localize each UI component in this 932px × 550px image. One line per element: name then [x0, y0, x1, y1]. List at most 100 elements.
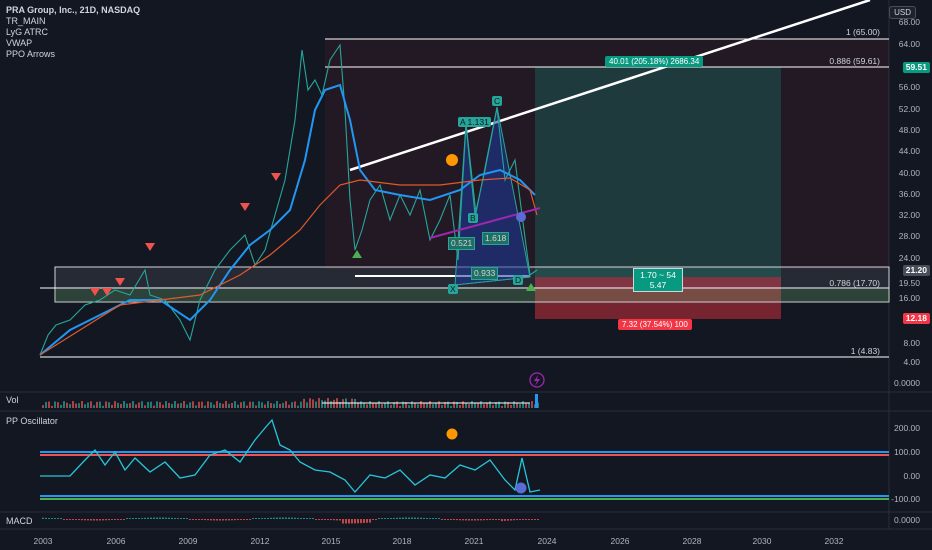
macd-bar — [90, 519, 92, 521]
macd-bar — [183, 518, 185, 519]
macd-bar — [438, 518, 440, 519]
volume-bar — [273, 403, 275, 408]
volume-bar — [102, 405, 104, 408]
macd-bar — [108, 519, 110, 521]
macd-bar — [510, 519, 512, 521]
indicator-tr-main[interactable]: TR_MAIN — [6, 16, 140, 27]
macd-bar — [300, 518, 302, 519]
volume-bar — [99, 401, 101, 408]
volume-bar — [510, 404, 512, 408]
volume-bar — [264, 404, 266, 408]
price-tag-stop[interactable]: 12.18 — [902, 313, 930, 324]
macd-bar — [507, 519, 509, 521]
symbol-title[interactable]: PRA Group, Inc., 21D, NASDAQ — [6, 5, 140, 16]
macd-bar — [387, 518, 389, 519]
volume-bar — [369, 401, 371, 408]
price-tag-current[interactable]: 21.20 — [902, 265, 930, 276]
volume-bar-latest — [535, 394, 538, 408]
macd-bar — [102, 519, 104, 521]
macd-bar — [276, 517, 278, 519]
volume-bar — [135, 404, 137, 408]
volume-bar — [141, 401, 143, 408]
macd-bar — [465, 519, 467, 521]
volume-bar — [192, 401, 194, 408]
time-label: 2030 — [752, 536, 772, 546]
macd-bar — [243, 519, 245, 520]
macd-bar — [249, 519, 251, 520]
macd-bar — [414, 517, 416, 519]
macd-bar — [480, 519, 482, 521]
volume-bar — [60, 404, 62, 408]
price-label: 8.00 — [903, 338, 920, 348]
macd-bar — [474, 519, 476, 521]
time-label: 2026 — [610, 536, 630, 546]
volume-bar — [312, 399, 314, 408]
volume-bar — [384, 402, 386, 408]
indicator-ppo-arrows[interactable]: PPO Arrows — [6, 49, 140, 60]
macd-bar — [351, 519, 353, 524]
indicator-lyg-atrc[interactable]: LyG ATRC — [6, 27, 140, 38]
macd-bar — [282, 517, 284, 519]
price-label: 36.00 — [898, 189, 920, 199]
time-label: 2006 — [106, 536, 126, 546]
harmonic-point-b: B — [468, 213, 478, 223]
macd-bar — [105, 519, 107, 521]
volume-bar — [258, 401, 260, 408]
volume-bar — [528, 403, 530, 408]
volume-bar — [255, 405, 257, 408]
volume-bar — [522, 401, 524, 408]
fib-label-1-top: 1 (65.00) — [845, 27, 880, 37]
macd-bar — [477, 519, 479, 521]
macd-bar — [381, 518, 383, 519]
macd-bar — [519, 519, 521, 520]
volume-bar — [69, 404, 71, 408]
price-label: 16.00 — [898, 293, 920, 303]
chart-canvas[interactable] — [0, 0, 932, 550]
sell-arrow-icon — [145, 243, 155, 251]
price-tag-target[interactable]: 59.51 — [902, 62, 930, 73]
macd-bar — [237, 519, 239, 520]
macd-bar — [423, 517, 425, 519]
loss-label[interactable]: 7.32 (37.54%) 100 — [618, 319, 692, 330]
volume-bar — [120, 403, 122, 408]
pane-label-pp-oscillator[interactable]: PP Oscillator — [6, 416, 58, 426]
macd-bar — [327, 519, 329, 520]
volume-bar — [42, 405, 44, 408]
volume-bar — [144, 405, 146, 408]
sell-arrow-icon — [271, 173, 281, 181]
pane-label-vol[interactable]: Vol — [6, 395, 19, 405]
price-label: 32.00 — [898, 210, 920, 220]
macd-bar — [363, 519, 365, 523]
macd-bar — [216, 519, 218, 521]
volume-bar — [480, 401, 482, 408]
macd-bar — [204, 519, 206, 521]
harmonic-point-x: X — [448, 284, 458, 294]
volume-bar — [504, 401, 506, 408]
pp-axis-label: 200.00 — [894, 423, 920, 433]
risk-reward-box[interactable]: 1.70 ~ 54 5.47 — [633, 268, 683, 292]
macd-bar — [378, 518, 380, 519]
macd-bar — [84, 519, 86, 521]
macd-bar — [144, 517, 146, 519]
indicator-vwap[interactable]: VWAP — [6, 38, 140, 49]
harmonic-point-d: D — [513, 275, 524, 285]
volume-bar — [165, 401, 167, 408]
pp-axis-label: 0.00 — [903, 471, 920, 481]
volume-bar — [123, 401, 125, 408]
volume-bar — [321, 400, 323, 408]
volume-bar — [426, 403, 428, 408]
volume-bar — [174, 401, 176, 408]
volume-bar — [198, 401, 200, 408]
time-label: 2012 — [250, 536, 270, 546]
profit-label[interactable]: 40.01 (205.18%) 2686.34 — [605, 56, 704, 67]
volume-bar — [417, 404, 419, 408]
time-label: 2024 — [537, 536, 557, 546]
volume-bar — [276, 401, 278, 408]
volume-bar — [300, 401, 302, 408]
macd-bar — [213, 519, 215, 521]
pane-label-macd[interactable]: MACD — [6, 516, 33, 526]
volume-bar — [501, 405, 503, 408]
macd-bar — [291, 517, 293, 519]
macd-bar — [372, 519, 374, 520]
macd-bar — [369, 519, 371, 523]
